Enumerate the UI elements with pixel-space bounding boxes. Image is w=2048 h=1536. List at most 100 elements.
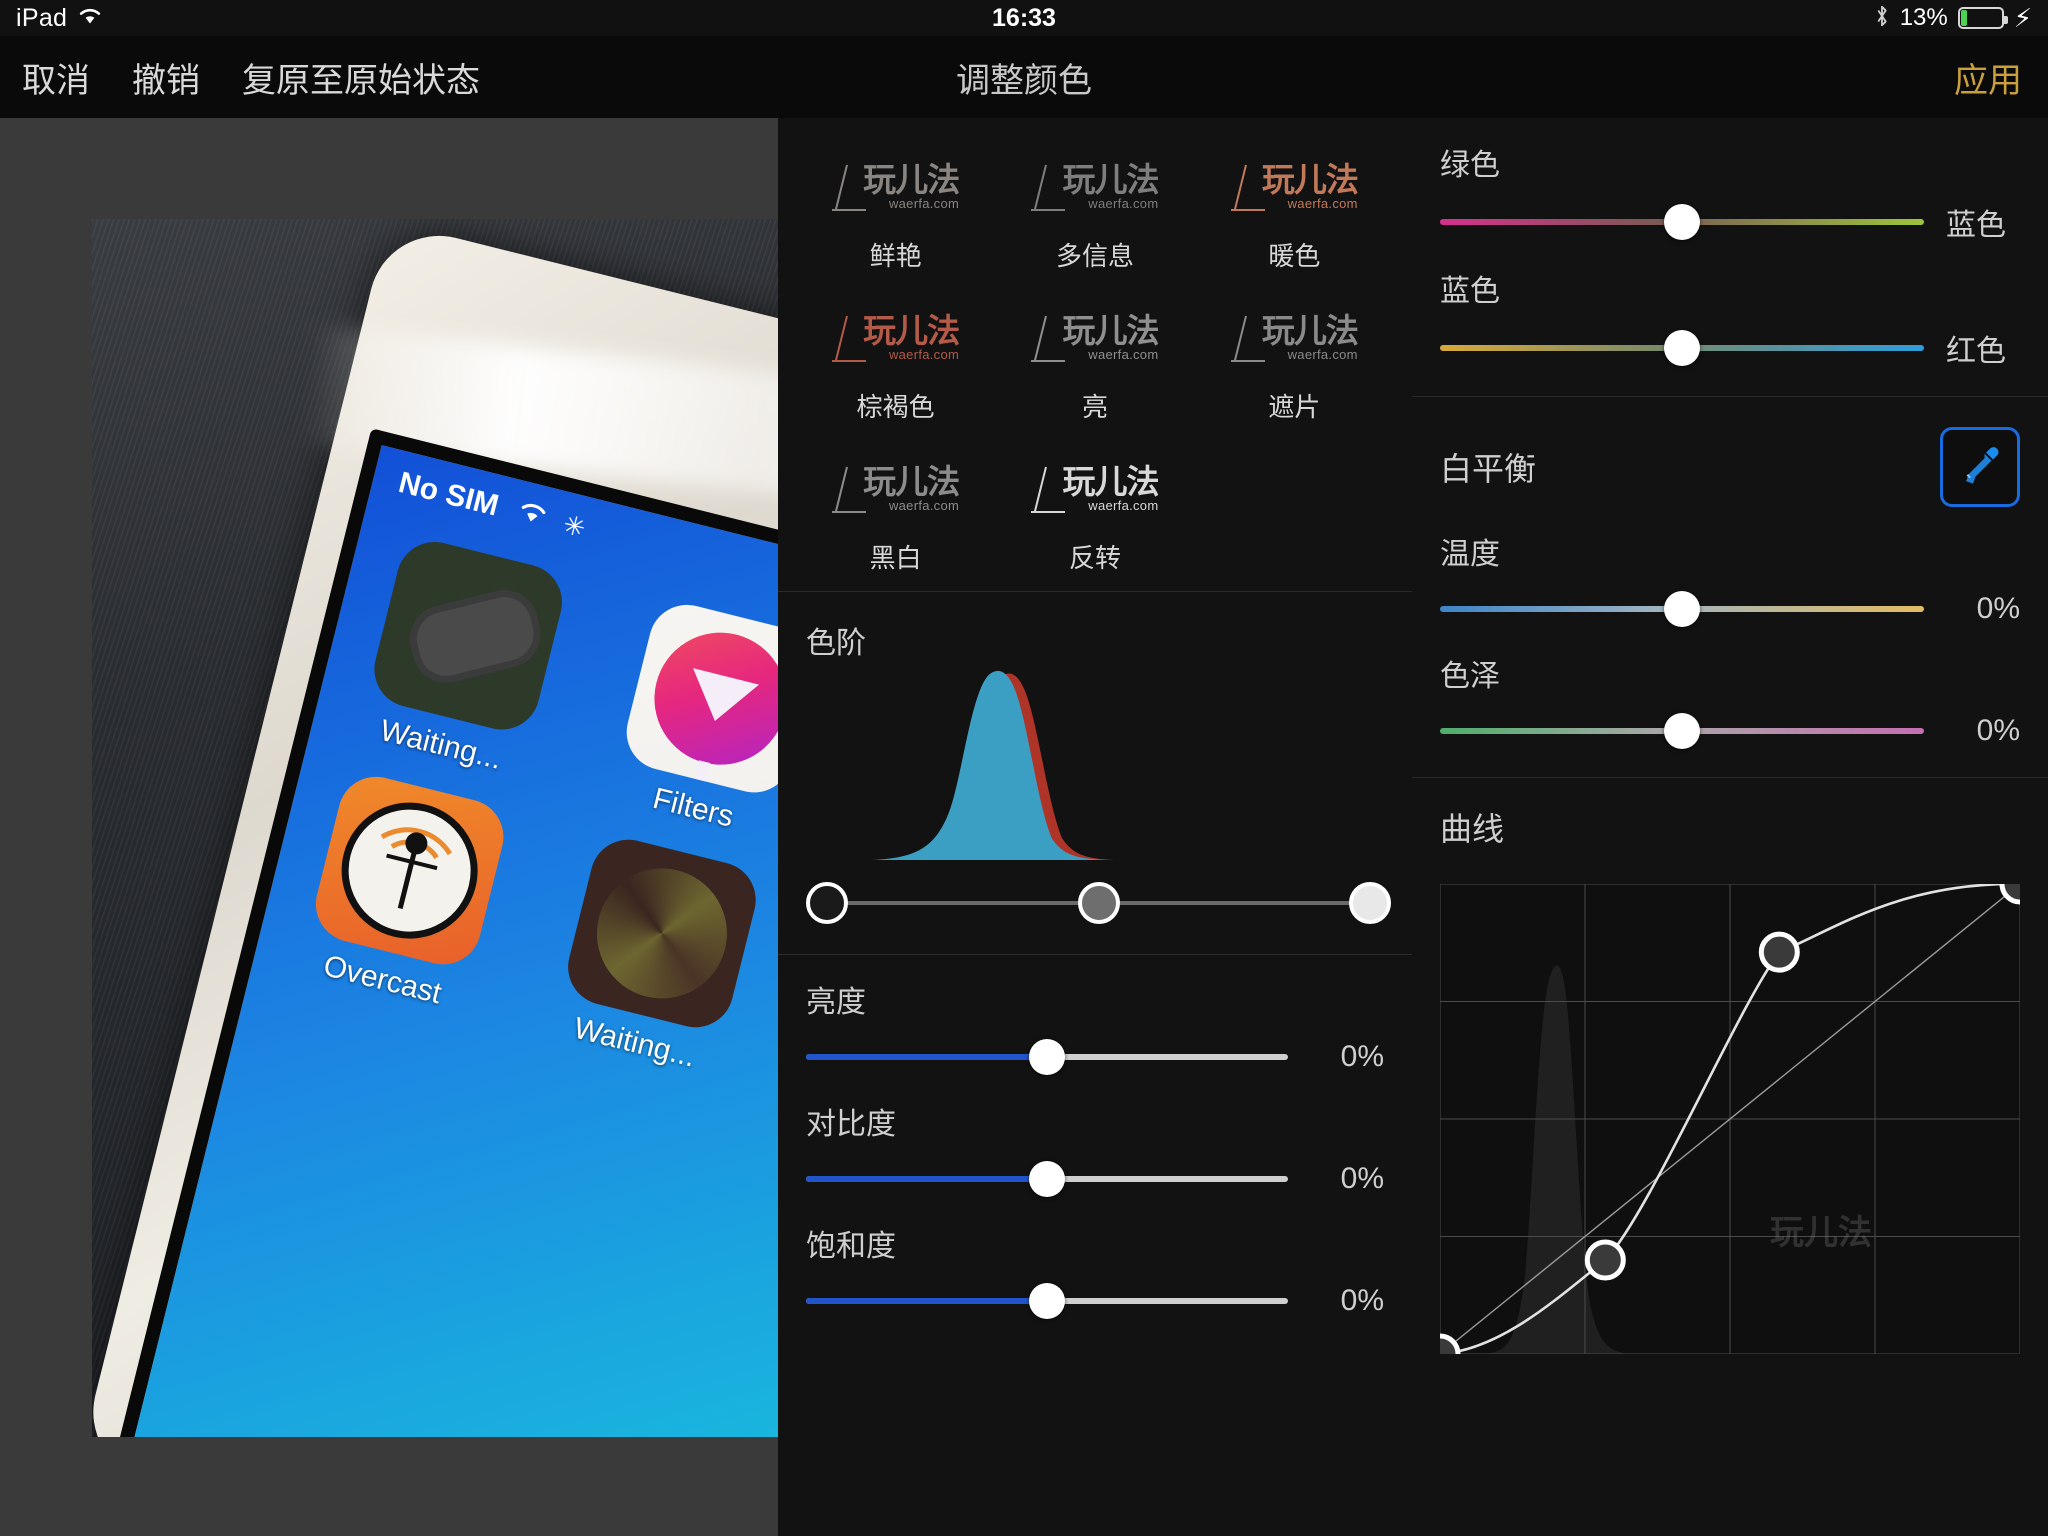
filter-preset-1[interactable]: 玩儿法 waerfa.com 鲜艳 [796, 144, 995, 273]
color-slider-row-1: 绿色 蓝色 [1412, 118, 2048, 244]
levels-white-point-handle[interactable] [1349, 882, 1392, 924]
adjust-slider-row-1: 亮度 0% [778, 955, 1412, 1077]
filter-preset-label: 黑白 [869, 543, 922, 573]
slider-knob[interactable] [1664, 591, 1700, 627]
battery-icon [1957, 7, 2008, 29]
watermark-text: 玩儿法 [1261, 161, 1359, 198]
levels-black-point-handle[interactable] [806, 882, 848, 924]
color-slider-row-2: 蓝色 红色 [1412, 244, 2048, 370]
adjust-slider-value: 0% [1340, 1040, 1384, 1073]
filter-preset-thumbnail: 玩儿法 waerfa.com [1013, 144, 1177, 230]
watermark-subtext: waerfa.com [1287, 347, 1358, 362]
filter-preset-thumbnail: 玩儿法 waerfa.com [1212, 144, 1376, 230]
white-balance-slider-value: 0% [1976, 714, 2020, 747]
watermark-text: 玩儿法 [1062, 463, 1159, 500]
filter-preset-label: 棕褐色 [856, 392, 935, 422]
slider-knob[interactable] [1029, 1039, 1065, 1075]
filters-and-levels-panel: 玩儿法 waerfa.com 鲜艳 玩儿法 waerfa.com 多信息 玩儿法 waerfa… [778, 118, 1412, 1536]
white-balance-header: 白平衡 [1412, 397, 2048, 507]
phone-app: Overcast [281, 765, 527, 1021]
watermark-subtext: waerfa.com [888, 196, 960, 211]
curve-watermark: 玩儿法 [1770, 1214, 1872, 1252]
filter-preset-thumbnail: 玩儿法 waerfa.com [814, 446, 978, 532]
white-balance-slider[interactable] [1440, 711, 1924, 751]
slider-knob[interactable] [1664, 713, 1700, 749]
slider-fill [806, 1054, 1047, 1060]
filter-preset-label: 亮 [1081, 392, 1108, 422]
phone-wifi-icon [511, 495, 552, 536]
filter-preset-3[interactable]: 玩儿法 waerfa.com 暖色 [1195, 144, 1394, 273]
status-bar-right: 13% ⚡ [1874, 0, 2032, 36]
levels-section [778, 662, 1412, 954]
watermark-stand-icon [832, 316, 867, 362]
filter-preset-thumbnail: 玩儿法 waerfa.com [1013, 446, 1177, 532]
photo-color-adjust-screen: iPad 16:33 13% ⚡ 取消 撤销 复原至原始状态 调整颜色 应用 N… [0, 0, 2048, 1536]
filter-preset-6[interactable]: 玩儿法 waerfa.com 遮片 [1195, 295, 1394, 424]
white-balance-slider[interactable] [1440, 589, 1924, 629]
white-balance-title: 白平衡 [1440, 451, 1537, 487]
slider-knob[interactable] [1029, 1283, 1065, 1319]
filter-preset-label: 遮片 [1268, 392, 1321, 422]
color-slider-label: 蓝色 [1440, 275, 1500, 308]
levels-histogram [806, 670, 1384, 860]
filter-preset-7[interactable]: 玩儿法 waerfa.com 黑白 [796, 446, 995, 575]
eyedropper-button[interactable] [1940, 427, 2020, 507]
watermark-text: 玩儿法 [863, 161, 960, 198]
color-channel-sliders-group: 绿色 蓝色 蓝色 红色 [1412, 118, 2048, 370]
color-slider[interactable] [1440, 202, 1924, 242]
eyedropper-icon [1957, 442, 2003, 493]
filter-preset-2[interactable]: 玩儿法 waerfa.com 多信息 [995, 144, 1194, 273]
watermark-subtext: waerfa.com [888, 498, 960, 513]
slider-knob[interactable] [1664, 330, 1700, 366]
photo-image[interactable]: No SIM ✳ 1:33 P [92, 219, 778, 1437]
adjust-slider[interactable] [806, 1159, 1288, 1199]
adjust-slider[interactable] [806, 1037, 1288, 1077]
bluetooth-icon [1874, 4, 1890, 33]
filter-preset-label: 反转 [1068, 543, 1121, 573]
status-bar: iPad 16:33 13% ⚡ [0, 0, 2048, 36]
filter-preset-4[interactable]: 玩儿法 waerfa.com 棕褐色 [796, 295, 995, 424]
slider-fill [806, 1176, 1047, 1182]
curve-point-highlight-control[interactable] [1758, 931, 1800, 973]
content-area: No SIM ✳ 1:33 P [0, 118, 2048, 1536]
filter-preset-thumbnail: 玩儿法 waerfa.com [814, 144, 978, 230]
curve-canvas[interactable]: 玩儿法 [1440, 884, 2020, 1354]
watermark-text: 玩儿法 [1062, 161, 1159, 198]
white-balance-sliders-group: 温度 0% 色泽 0% [1412, 507, 2048, 751]
color-slider-label: 绿色 [1440, 149, 1500, 182]
phone-activity-spinner-icon: ✳ [560, 508, 589, 543]
curve-point-shadow-control[interactable] [1584, 1239, 1626, 1281]
color-slider[interactable] [1440, 328, 1924, 368]
watermark-text: 玩儿法 [1062, 312, 1159, 349]
adjust-slider-value: 0% [1340, 1284, 1384, 1317]
lightning-bolt-icon: ⚡ [2013, 3, 2032, 33]
battery-percent: 13% [1899, 4, 1948, 31]
watermark-subtext: waerfa.com [1088, 347, 1159, 362]
watermark-stand-icon [1031, 467, 1066, 513]
nav-bar: 取消 撤销 复原至原始状态 调整颜色 应用 [0, 36, 2048, 118]
app-icon-waiting-dark [366, 533, 571, 738]
phone-carrier-label: No SIM [395, 466, 502, 523]
app-icon-filters [618, 596, 778, 801]
filter-preset-thumbnail: 玩儿法 waerfa.com [1212, 295, 1376, 381]
adjust-slider-row-3: 饱和度 0% [778, 1199, 1412, 1321]
white-balance-slider-row-2: 色泽 0% [1412, 629, 2048, 751]
adjust-sliders-group: 亮度 0% 对比度 0% 饱和度 0% [778, 955, 1412, 1321]
levels-slider[interactable] [806, 876, 1392, 928]
curve-editor[interactable]: 玩儿法 [1412, 864, 2048, 1354]
filter-preset-5[interactable]: 玩儿法 waerfa.com 亮 [995, 295, 1194, 424]
slider-knob[interactable] [1664, 204, 1700, 240]
adjust-slider[interactable] [806, 1281, 1288, 1321]
white-balance-slider-label: 温度 [1440, 538, 1500, 571]
adjust-slider-label: 饱和度 [806, 1230, 896, 1263]
levels-mid-point-handle[interactable] [1077, 882, 1120, 924]
filter-preset-label: 鲜艳 [869, 241, 922, 271]
phone-app-grid: Waiting... Filters Overcast Waiting... [281, 530, 778, 1084]
filter-preset-8[interactable]: 玩儿法 waerfa.com 反转 [995, 446, 1194, 575]
apply-button[interactable]: 应用 [1954, 53, 2022, 102]
filter-preset-thumbnail: 玩儿法 waerfa.com [814, 295, 978, 381]
watermark-stand-icon [1031, 316, 1066, 362]
slider-knob[interactable] [1029, 1161, 1065, 1197]
watermark-text: 玩儿法 [863, 312, 960, 349]
watermark-text: 玩儿法 [1261, 312, 1359, 349]
